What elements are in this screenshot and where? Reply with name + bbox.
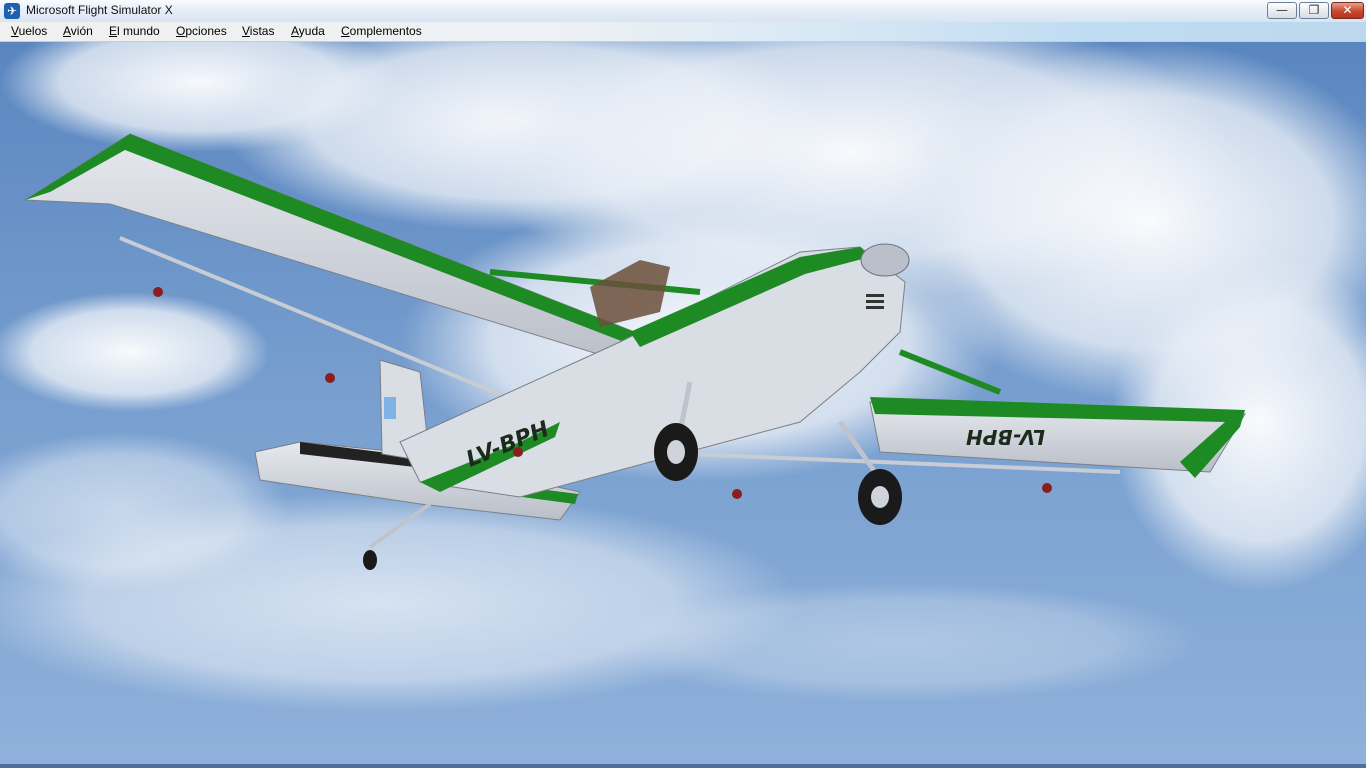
title-bar[interactable]: ✈ Microsoft Flight Simulator X — ❐ ✕ xyxy=(0,0,1366,23)
status-strip xyxy=(0,764,1366,768)
menu-vuelos[interactable]: Vuelos xyxy=(8,24,50,39)
menu-el-mundo[interactable]: El mundo xyxy=(106,24,163,39)
flight-simulator-icon: ✈ xyxy=(4,3,20,19)
minimize-button[interactable]: — xyxy=(1267,2,1297,19)
close-button[interactable]: ✕ xyxy=(1331,2,1364,19)
window-title: Microsoft Flight Simulator X xyxy=(26,3,173,17)
wing-registration: LV-BPH xyxy=(966,425,1045,449)
flight-scene: LV-BPH LV-BPH xyxy=(0,42,1366,768)
maximize-button[interactable]: ❐ xyxy=(1299,2,1329,19)
menu-complementos[interactable]: Complementos xyxy=(338,24,425,39)
menu-avion[interactable]: Avión xyxy=(60,24,96,39)
menu-vistas[interactable]: Vistas xyxy=(239,24,277,39)
menu-bar: Vuelos Avión El mundo Opciones Vistas Ay… xyxy=(0,22,1366,42)
menu-opciones[interactable]: Opciones xyxy=(173,24,230,39)
simulator-viewport[interactable]: LV-BPH LV-BPH xyxy=(0,42,1366,768)
menu-ayuda[interactable]: Ayuda xyxy=(288,24,328,39)
